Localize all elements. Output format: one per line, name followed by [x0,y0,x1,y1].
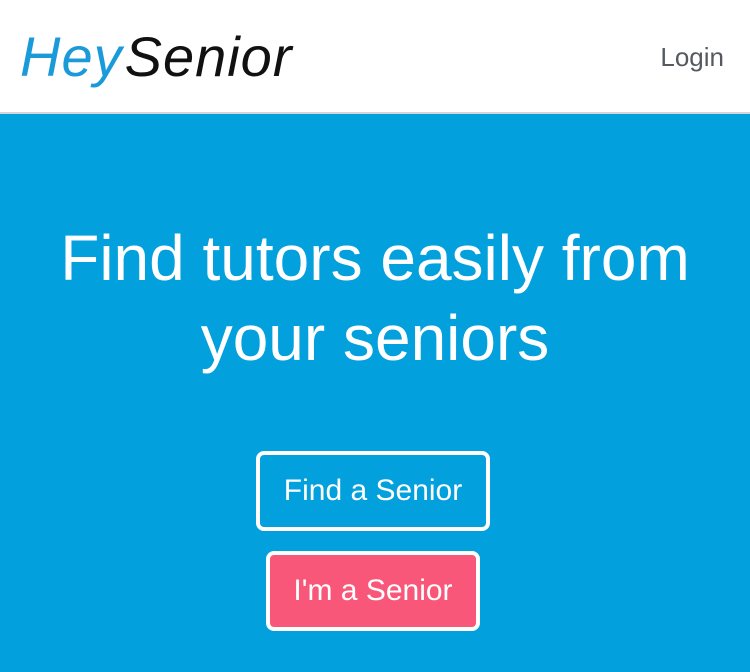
hero-title: Find tutors easily from your seniors [0,218,750,378]
logo[interactable]: HeySenior [20,22,292,92]
login-link[interactable]: Login [660,40,724,74]
find-a-senior-button[interactable]: Find a Senior [256,451,490,531]
logo-senior: Senior [124,25,293,88]
navbar: HeySenior Login [0,0,750,114]
hero-title-line-2: your seniors [200,302,550,374]
im-a-senior-button[interactable]: I'm a Senior [266,551,480,631]
hero-title-line-1: Find tutors easily from [60,222,690,294]
hero-section: Find tutors easily from your seniors Fin… [0,114,750,672]
logo-hey: Hey [20,25,123,88]
